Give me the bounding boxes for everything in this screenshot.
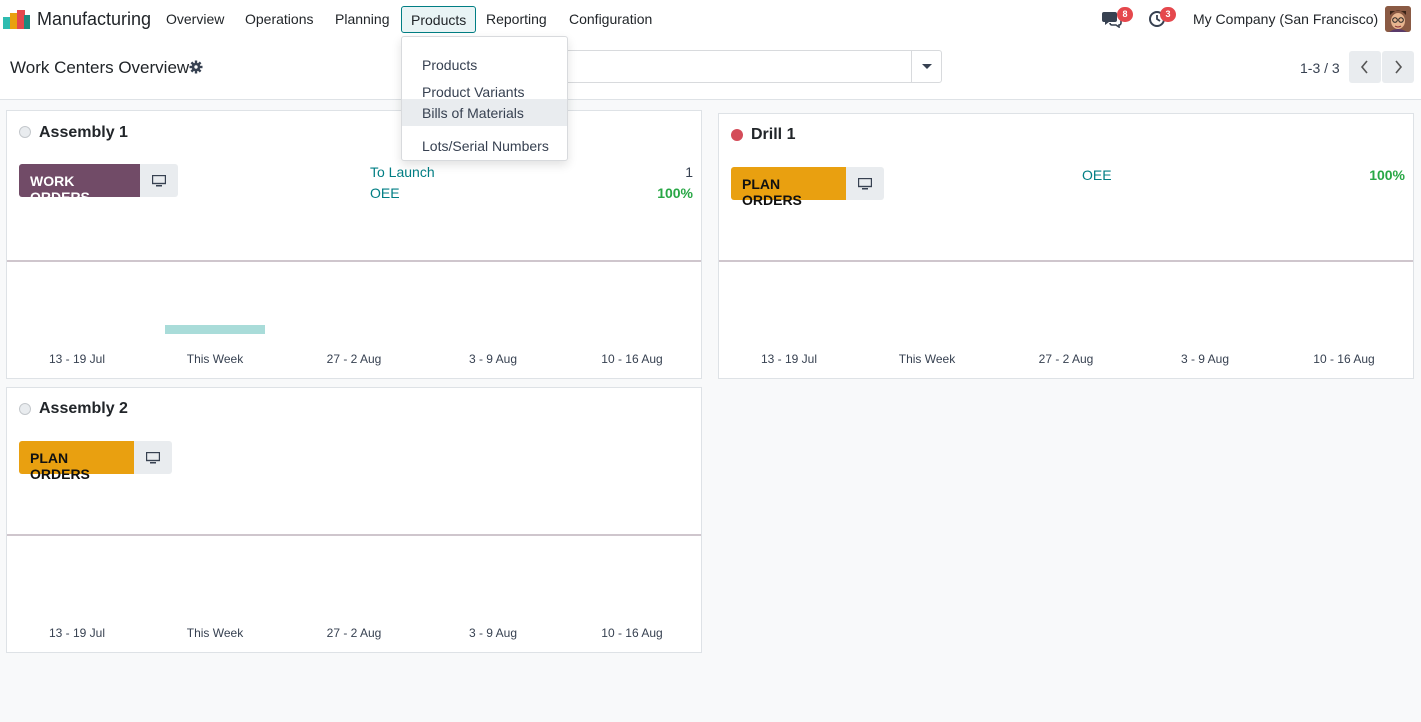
graph-baseline <box>719 260 1413 262</box>
graph-week-label: 3 - 9 Aug <box>468 352 518 366</box>
graph-week-label: This Week <box>186 626 244 640</box>
top-navbar: Manufacturing Overview Operations Planni… <box>0 0 1421 38</box>
stat-to-launch-label[interactable]: To Launch <box>370 164 435 180</box>
menu-operations[interactable]: Operations <box>245 11 313 27</box>
card-title: Assembly 2 <box>39 400 128 417</box>
search-input[interactable] <box>560 50 942 83</box>
graph-week-label: 10 - 16 Aug <box>601 352 663 366</box>
tablet-view-button[interactable] <box>134 441 172 474</box>
tablet-view-button[interactable] <box>846 167 884 200</box>
workcenter-card-assembly-1[interactable]: Assembly 1 WORK ORDERS To Launch 1 OEE 1… <box>6 110 702 379</box>
card-title: Assembly 1 <box>39 124 128 141</box>
graph-load-bar <box>165 325 265 334</box>
graph-week-label: 3 - 9 Aug <box>468 626 518 640</box>
monitor-icon <box>152 175 166 187</box>
graph-baseline <box>7 260 701 262</box>
dropdown-item-lots-serial-numbers[interactable]: Lots/Serial Numbers <box>402 131 567 158</box>
menu-products[interactable]: Products <box>401 6 477 33</box>
chevron-right-icon <box>1395 60 1403 74</box>
dropdown-item-products[interactable]: Products <box>402 50 567 77</box>
graph-week-label: 27 - 2 Aug <box>326 352 382 366</box>
stat-oee-label[interactable]: OEE <box>370 185 400 201</box>
search-options-toggle[interactable] <box>911 51 941 82</box>
status-indicator[interactable] <box>19 403 31 415</box>
monitor-icon <box>146 452 160 464</box>
graph-week-label: This Week <box>898 352 956 366</box>
workcenter-card-assembly-2[interactable]: Assembly 2 PLAN ORDERS 13 - 19 Jul This W… <box>6 387 702 653</box>
graph-baseline <box>7 534 701 536</box>
gear-icon[interactable] <box>189 60 203 74</box>
graph-week-label: 27 - 2 Aug <box>326 626 382 640</box>
graph-week-label: 27 - 2 Aug <box>1038 352 1094 366</box>
workcenter-card-drill-1[interactable]: Drill 1 PLAN ORDERS OEE 100% 13 - 19 Jul… <box>718 113 1414 379</box>
messages-badge: 8 <box>1117 7 1133 22</box>
user-avatar[interactable] <box>1385 6 1411 32</box>
stat-oee-value: 100% <box>657 185 693 201</box>
graph-week-label: 3 - 9 Aug <box>1180 352 1230 366</box>
work-orders-button[interactable]: WORK ORDERS <box>19 164 140 205</box>
caret-down-icon <box>922 64 932 69</box>
stat-to-launch-value: 1 <box>685 164 693 180</box>
graph-week-label: This Week <box>186 352 244 366</box>
plan-orders-button[interactable]: PLAN ORDERS <box>731 167 846 208</box>
menu-reporting[interactable]: Reporting <box>486 11 547 27</box>
company-switcher[interactable]: My Company (San Francisco) <box>1193 11 1378 27</box>
page-title[interactable]: Work Centers Overview <box>10 58 189 78</box>
stat-oee-label[interactable]: OEE <box>1082 167 1112 183</box>
menu-configuration[interactable]: Configuration <box>569 11 652 27</box>
status-indicator[interactable] <box>731 129 743 141</box>
pager-next-button[interactable] <box>1382 51 1414 83</box>
app-name[interactable]: Manufacturing <box>37 9 151 30</box>
card-title: Drill 1 <box>751 126 796 143</box>
monitor-icon <box>858 178 872 190</box>
graph-week-label: 10 - 16 Aug <box>601 626 663 640</box>
graph-week-label: 10 - 16 Aug <box>1313 352 1375 366</box>
products-dropdown-menu: Products Product Variants Bills of Mater… <box>401 36 568 161</box>
dropdown-item-bills-of-materials[interactable]: Bills of Materials <box>402 99 567 126</box>
plan-orders-button[interactable]: PLAN ORDERS <box>19 441 134 482</box>
status-indicator[interactable] <box>19 126 31 138</box>
graph-week-label: 13 - 19 Jul <box>48 626 106 640</box>
activities-badge: 3 <box>1160 7 1176 22</box>
chevron-left-icon <box>1360 60 1368 74</box>
menu-planning[interactable]: Planning <box>335 11 390 27</box>
stat-oee-value: 100% <box>1369 167 1405 183</box>
control-panel: Work Centers Overview 1-3 / 3 <box>0 38 1421 100</box>
pager-value[interactable]: 1-3 / 3 <box>1300 60 1340 76</box>
menu-overview[interactable]: Overview <box>166 11 224 27</box>
tablet-view-button[interactable] <box>140 164 178 197</box>
pager-previous-button[interactable] <box>1349 51 1381 83</box>
manufacturing-logo-icon[interactable] <box>3 9 31 29</box>
graph-week-label: 13 - 19 Jul <box>760 352 818 366</box>
graph-week-label: 13 - 19 Jul <box>48 352 106 366</box>
